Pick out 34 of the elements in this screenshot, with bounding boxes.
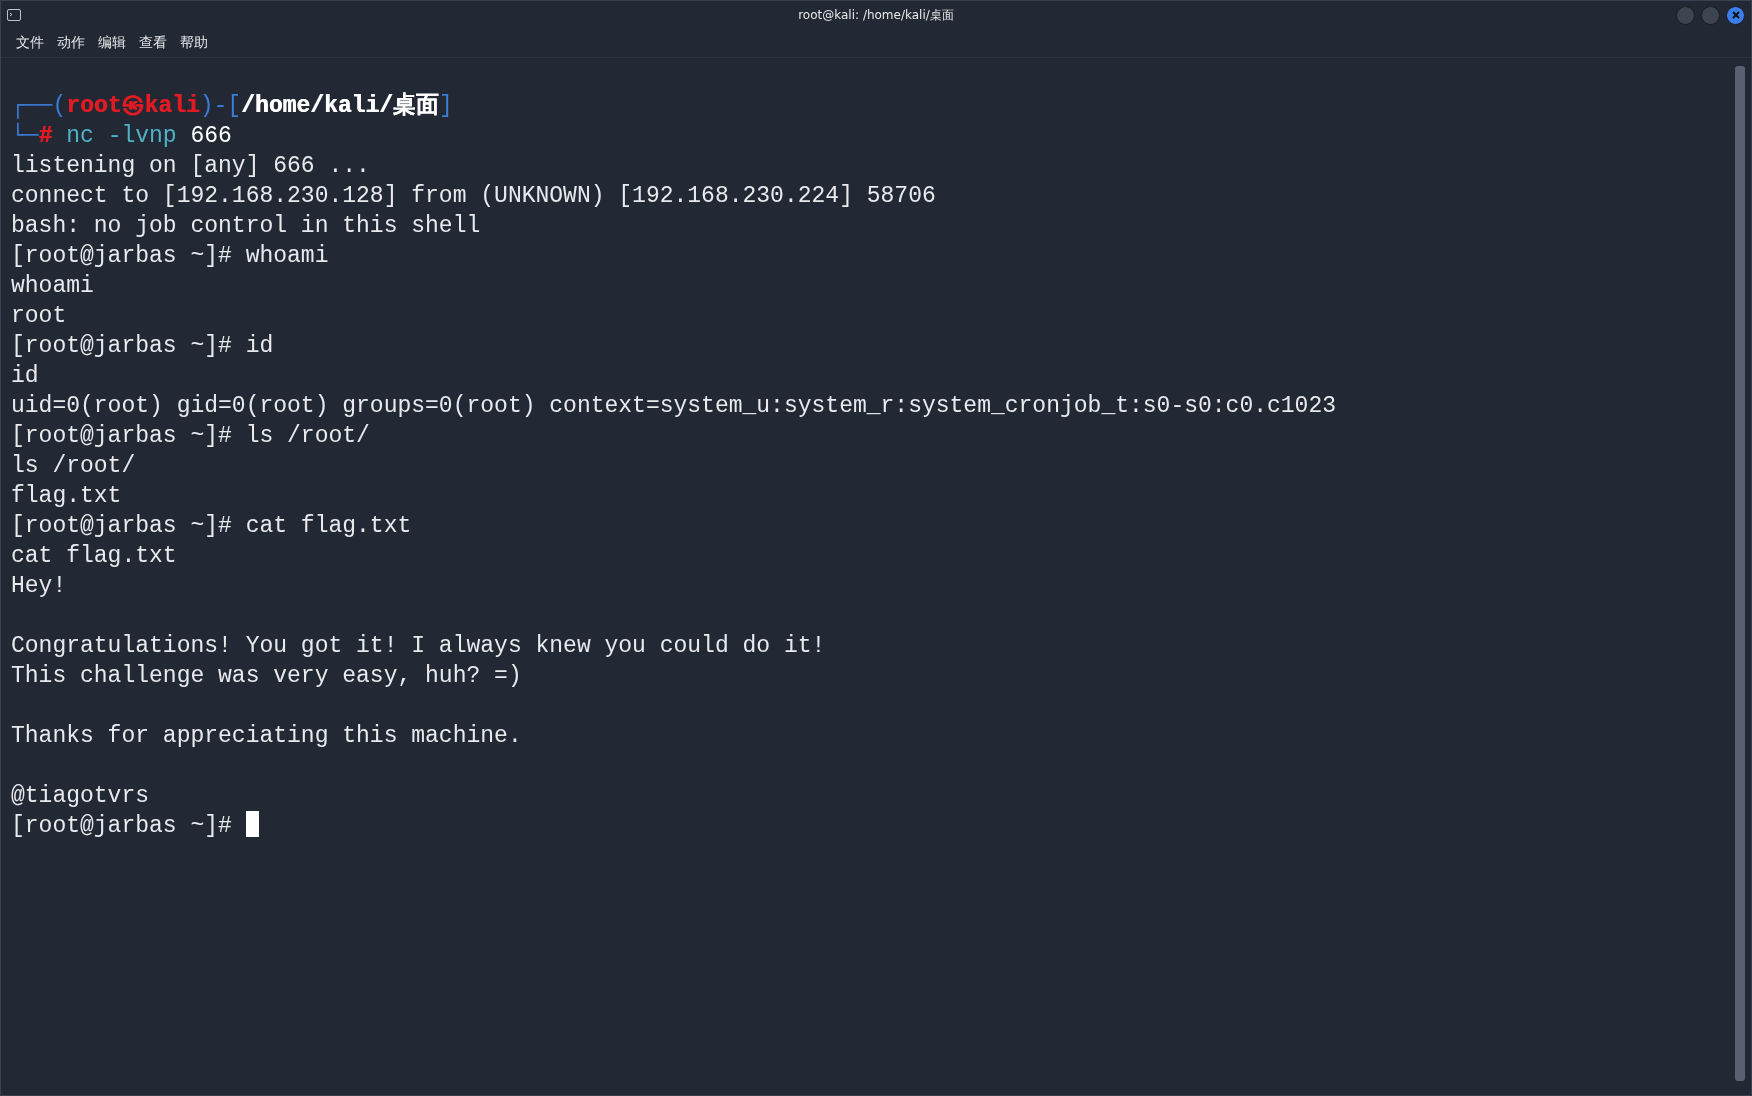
terminal-line: [root@jarbas ~]# whoami (11, 242, 329, 271)
menu-item[interactable]: 编辑 (98, 34, 126, 52)
menu-item[interactable]: 帮助 (180, 34, 208, 52)
terminal-line: flag.txt (11, 482, 122, 511)
terminal-line: [root@jarbas ~]# ls /root/ (11, 422, 370, 451)
close-button[interactable] (1726, 5, 1745, 25)
terminal-line: [root@jarbas ~]# cat flag.txt (11, 512, 412, 541)
terminal-line: [root@jarbas ~]# (11, 813, 233, 839)
terminal-line: bash: no job control in this shell (11, 212, 481, 241)
menu-item[interactable]: 文件 (16, 34, 44, 52)
terminal-line: connect to [192.168.230.128] from (UNKNOWN) [192.168.230.224] 58706 (11, 182, 936, 211)
terminal-line: uid=0(root) gid=0(root) groups=0(root) context=system_u:system_r:system_cronjob_t:s0-s0:c0.c1023 (11, 392, 1336, 421)
window-title: root@kali: /home/kali/桌面 (798, 6, 954, 24)
terminal-line: root (11, 302, 67, 331)
prompt-line: └─# nc -lvnp 666 (11, 121, 232, 151)
maximize-button[interactable] (1701, 5, 1720, 25)
menu-item[interactable]: 动作 (57, 34, 85, 52)
menu-item[interactable]: 查看 (139, 34, 167, 52)
terminal-line: id (11, 362, 39, 391)
terminal-line: whoami (11, 272, 94, 301)
terminal-line: [root@jarbas ~]# id (11, 332, 274, 361)
prompt-line: ┌──(root㉿kali)-[/home/kali/桌面] (11, 91, 453, 121)
terminal-line: Thanks for appreciating this machine. (11, 722, 522, 751)
terminal-line: listening on [any] 666 ... (11, 152, 370, 181)
terminal-line: cat flag.txt (11, 542, 177, 571)
scrollbar[interactable] (1735, 66, 1745, 1081)
terminal-line: Hey! (11, 572, 67, 601)
terminal-line: @tiagotvrs (11, 782, 150, 811)
close-icon[interactable] (1730, 10, 1741, 20)
terminal-line: This challenge was very easy, huh? =) (11, 662, 522, 691)
terminal-icon (7, 9, 21, 21)
minimize-button[interactable] (1676, 5, 1695, 25)
terminal-line: Congratulations! You got it! I always knew you could do it! (11, 632, 826, 661)
terminal-line: ls /root/ (11, 452, 136, 481)
